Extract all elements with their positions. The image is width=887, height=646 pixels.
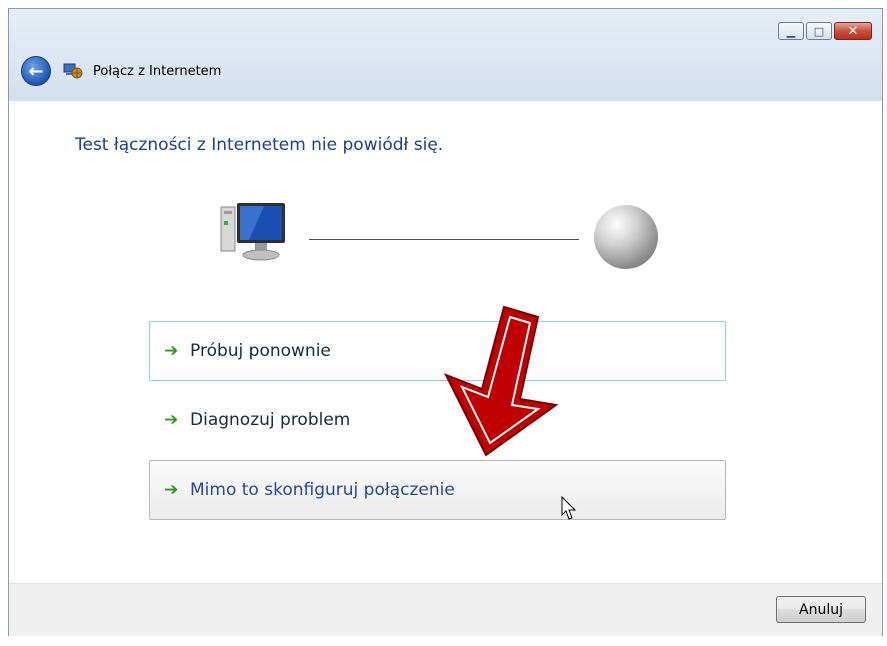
wizard-nav-bar: ← Połącz z Internetem	[21, 56, 221, 86]
title-bar: ▁ □ ✕ ← Połącz z Internetem	[9, 9, 882, 101]
close-button[interactable]: ✕	[834, 22, 872, 40]
connect-to-internet-window: ▁ □ ✕ ← Połącz z Internetem Test łącznoś…	[8, 8, 883, 636]
computer-icon	[220, 203, 285, 261]
arrow-right-icon: ➔	[164, 410, 179, 430]
caption-buttons: ▁ □ ✕	[778, 22, 872, 40]
diagnose-label: Diagnozuj problem	[190, 410, 351, 430]
wizard-content: Test łączności z Internetem nie powiódł …	[9, 101, 882, 585]
network-wizard-icon	[63, 63, 83, 79]
close-icon: ✕	[847, 23, 859, 39]
back-button[interactable]: ←	[21, 56, 51, 86]
window-title: Połącz z Internetem	[93, 63, 222, 79]
wizard-footer: Anuluj	[9, 583, 882, 636]
maximize-icon: □	[813, 24, 825, 38]
globe-icon	[594, 205, 658, 269]
arrow-right-icon: ➔	[164, 341, 179, 361]
retry-label: Próbuj ponownie	[190, 341, 331, 361]
connection-line	[309, 239, 579, 240]
connection-illustration	[214, 199, 674, 279]
page-title: Test łączności z Internetem nie powiódł …	[75, 135, 444, 155]
setup-anyway-label: Mimo to skonfiguruj połączenie	[190, 480, 455, 500]
arrow-right-icon: ➔	[164, 480, 179, 500]
mouse-cursor-icon	[561, 496, 577, 520]
minimize-button[interactable]: ▁	[778, 22, 804, 40]
cancel-button[interactable]: Anuluj	[776, 596, 866, 623]
highlight-arrow-icon	[443, 305, 559, 457]
setup-anyway-option[interactable]: ➔ Mimo to skonfiguruj połączenie	[149, 460, 726, 520]
minimize-icon: ▁	[786, 24, 796, 38]
maximize-button[interactable]: □	[806, 22, 832, 40]
back-arrow-icon: ←	[28, 60, 44, 82]
